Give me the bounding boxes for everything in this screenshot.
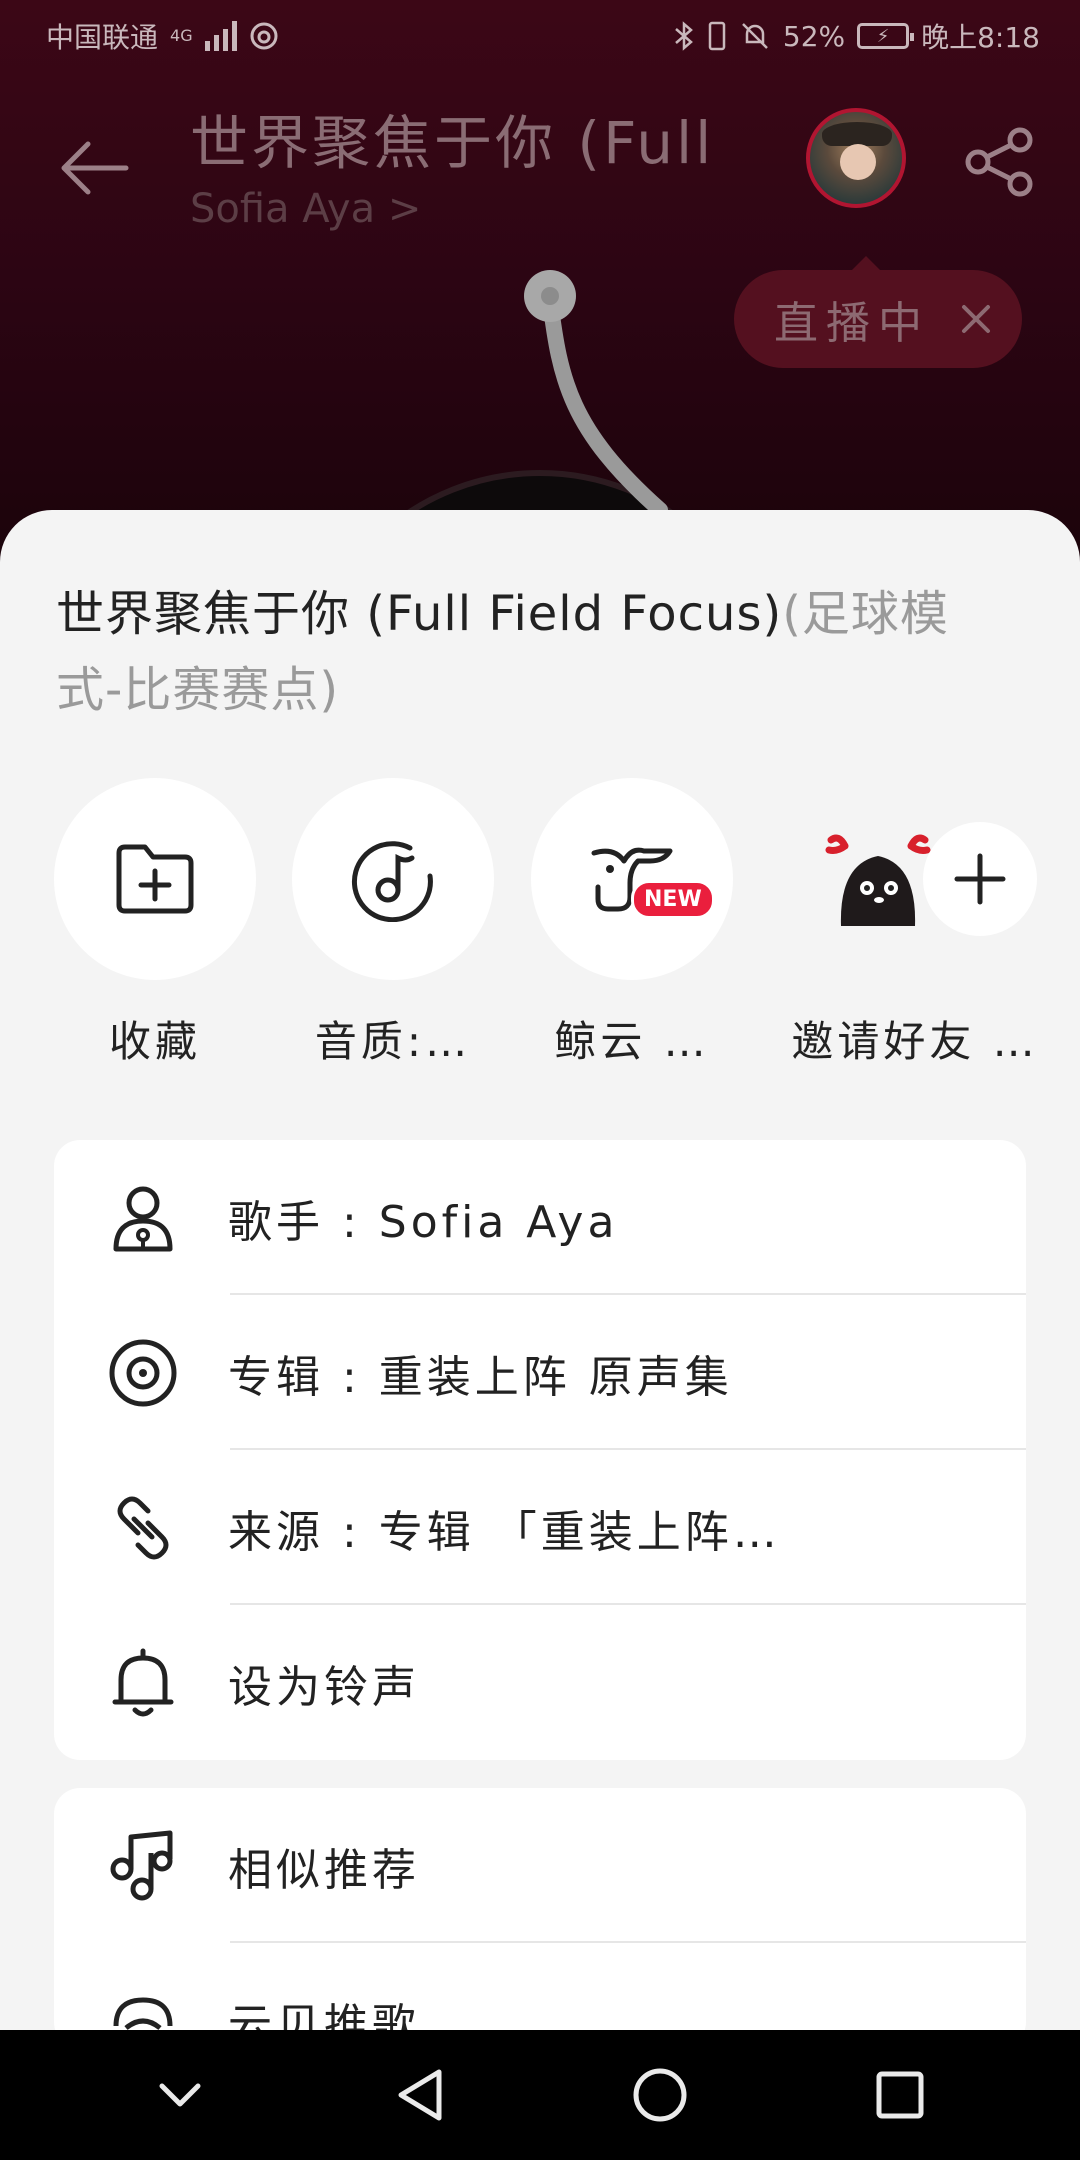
audio-quality-action[interactable]: 音质:… [288, 778, 498, 1078]
bell-icon [108, 1648, 178, 1718]
nav-home-button[interactable] [615, 2050, 705, 2140]
singer-icon [108, 1183, 178, 1253]
song-info-card: 歌手 : Sofia Aya 专辑 : 重装上阵 原声集 来源: 专辑 「重装… [54, 1140, 1026, 1760]
netease-status-icon [250, 22, 278, 50]
nav-back-button[interactable] [375, 2050, 465, 2140]
whale-cloud-label: 鲸云 … [554, 1017, 710, 1066]
avatar-hat-shape [822, 122, 892, 146]
folder-plus-icon [116, 844, 194, 914]
collect-action[interactable]: 收藏 [50, 778, 260, 1078]
sheet-song-title: 世界聚焦于你 (Full Field Focus)(足球模式-比赛赛点) [56, 576, 976, 728]
album-label: 专辑 : 重装上阵 原声集 [228, 1351, 733, 1403]
live-label: 直播中 [774, 298, 930, 349]
network-type: 4G [170, 26, 193, 45]
audio-quality-label: 音质:… [314, 1017, 472, 1066]
link-icon [108, 1493, 178, 1563]
quick-actions: 收藏 音质:… NEW 鲸云 … 邀请好友 … [0, 778, 1080, 1078]
song-options-sheet: 世界聚焦于你 (Full Field Focus)(足球模式-比赛赛点) 收藏 [0, 510, 1080, 2048]
new-badge: NEW [631, 880, 715, 919]
collect-action-circle[interactable] [54, 778, 256, 980]
album-row[interactable]: 专辑 : 重装上阵 原声集 [54, 1295, 1026, 1450]
back-arrow-icon [61, 141, 129, 195]
carrier-label: 中国联通 [46, 21, 159, 54]
mascot-avatar-icon [825, 834, 931, 926]
avatar-face-shape [840, 144, 876, 180]
whale-cloud-action[interactable]: NEW 鲸云 … [527, 778, 737, 1078]
share-button[interactable] [958, 120, 1042, 204]
square-recents-icon [876, 2071, 924, 2119]
battery-charging-icon: ⚡ [857, 23, 915, 49]
invite-plus-button[interactable] [923, 822, 1037, 936]
status-bar: 中国联通 4G 52% ⚡ 晚上8:18 [0, 0, 1080, 72]
recommend-card: 相似推荐 云贝推歌 [54, 1788, 1026, 2048]
close-icon [962, 305, 990, 333]
bluetooth-icon [675, 21, 693, 51]
singer-row[interactable]: 歌手 : Sofia Aya [54, 1140, 1026, 1295]
live-banner[interactable]: 直播中 [734, 256, 1022, 368]
similar-recommend-row[interactable]: 相似推荐 [54, 1788, 1026, 1943]
tonearm [524, 270, 668, 518]
invite-avatars[interactable] [785, 778, 1045, 980]
circle-home-icon [633, 2068, 687, 2122]
vibrate-icon [708, 21, 726, 51]
chevron-down-icon [159, 2083, 201, 2107]
plus-icon [954, 853, 1006, 905]
invite-friend-label: 邀请好友 … [791, 1017, 1039, 1066]
similar-recommend-label: 相似推荐 [228, 1844, 420, 1896]
system-nav-bar [0, 2030, 1080, 2160]
album-icon [108, 1338, 178, 1408]
nav-collapse-button[interactable] [135, 2050, 225, 2140]
artist-avatar[interactable] [806, 108, 906, 208]
song-title: 世界聚焦于你 (Full [190, 109, 715, 177]
sheet-title-main: 世界聚焦于你 (Full Field Focus) [56, 586, 783, 642]
artist-link[interactable]: Sofia Aya > [190, 186, 421, 232]
signal-icon [204, 21, 237, 51]
music-notes-icon [108, 1830, 178, 1901]
set-ringtone-label: 设为铃声 [228, 1661, 420, 1713]
audio-quality-circle[interactable] [292, 778, 494, 980]
screen: { "status_bar": { "carrier": "中国联通", "ne… [0, 0, 1080, 2160]
clock: 晚上8:18 [921, 21, 1040, 54]
battery-percent: 52% [782, 19, 846, 53]
back-button[interactable] [54, 128, 134, 208]
triangle-back-icon [398, 2069, 442, 2121]
share-icon [965, 127, 1033, 197]
source-row[interactable]: 来源 : 专辑 「重装上阵… [54, 1450, 1026, 1605]
nav-recents-button[interactable] [855, 2050, 945, 2140]
mute-bell-icon [741, 23, 768, 49]
music-note-circle-icon [351, 841, 433, 922]
whale-cloud-circle[interactable]: NEW [531, 778, 733, 980]
collect-label: 收藏 [108, 1017, 201, 1066]
set-ringtone-row[interactable]: 设为铃声 [54, 1605, 1026, 1760]
singer-label: 歌手 : Sofia Aya [228, 1196, 619, 1248]
invite-friend-action[interactable]: 邀请好友 … [770, 778, 1060, 1078]
source-label: 来源 : 专辑 「重装上阵… [228, 1506, 781, 1558]
player-header: 世界聚焦于你 (Full Sofia Aya > [0, 90, 1080, 260]
live-close-button[interactable] [956, 299, 996, 339]
